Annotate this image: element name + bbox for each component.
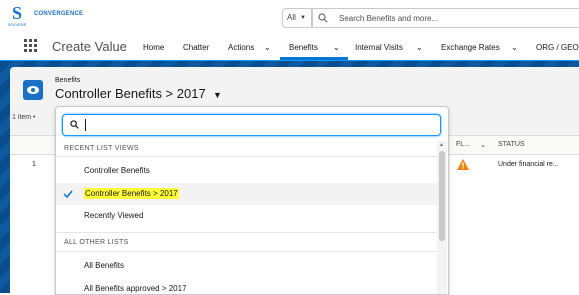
chevron-down-icon[interactable]: ⌄ xyxy=(264,43,271,52)
list-item-all-benefits[interactable]: All Benefits xyxy=(56,255,437,277)
nav-item-org-geo[interactable]: ORG / GEO xyxy=(536,43,579,52)
search-icon xyxy=(318,13,328,23)
list-view-search[interactable] xyxy=(62,114,441,136)
divider xyxy=(56,156,437,157)
section-header-all-other: ALL OTHER LISTS xyxy=(64,239,129,246)
divider xyxy=(56,232,437,233)
list-view-search-input[interactable] xyxy=(89,115,429,135)
chevron-down-icon: ▼ xyxy=(300,15,306,21)
chevron-down-icon[interactable]: ⌄ xyxy=(416,43,423,52)
global-search[interactable] xyxy=(312,8,579,28)
column-header-flag[interactable]: FL... xyxy=(456,141,470,148)
nav-item-internal-visits[interactable]: Internal Visits xyxy=(355,43,403,52)
nav-item-home[interactable]: Home xyxy=(143,43,164,52)
brand-name: CONVERGENCE xyxy=(34,11,84,17)
object-label: Benefits xyxy=(55,77,81,84)
dropdown-scrollbar-thumb[interactable] xyxy=(439,151,445,241)
list-item-label: Controller Benefits > 2017 xyxy=(84,188,179,199)
table-cell-status: Under financial re... xyxy=(498,161,559,168)
search-icon xyxy=(70,120,79,129)
list-view-icon xyxy=(23,80,43,100)
app-launcher-waffle-icon[interactable] xyxy=(24,39,38,53)
company-logo[interactable]: S SOLVERE xyxy=(5,3,29,29)
global-search-input[interactable] xyxy=(339,9,569,27)
nav-item-exchange-rates[interactable]: Exchange Rates xyxy=(441,43,500,52)
warning-icon xyxy=(457,159,469,170)
nav-item-chatter[interactable]: Chatter xyxy=(183,43,209,52)
text-cursor xyxy=(85,119,86,131)
logo-subtext: SOLVERE xyxy=(7,22,27,27)
list-view-dropdown: RECENT LIST VIEWS Controller Benefits Co… xyxy=(55,106,449,295)
chevron-down-icon[interactable]: ⌄ xyxy=(511,43,518,52)
list-view-picker[interactable]: Controller Benefits > 2017 xyxy=(55,86,206,101)
chevron-down-icon[interactable]: ⌄ xyxy=(333,43,340,52)
item-count: 1 item • xyxy=(12,114,36,121)
nav-item-benefits[interactable]: Benefits xyxy=(289,43,318,52)
nav-item-actions[interactable]: Actions xyxy=(228,43,254,52)
app-name: Create Value xyxy=(52,39,127,54)
list-item-label: Controller Benefits xyxy=(84,166,150,175)
logo-letter: S xyxy=(11,3,22,23)
chevron-down-icon[interactable]: ▼ xyxy=(213,90,222,100)
global-header: S SOLVERE CONVERGENCE All ▼ xyxy=(0,0,579,34)
list-item-label: Recently Viewed xyxy=(84,211,144,220)
list-item-all-benefits-approved-2017[interactable]: All Benefits approved > 2017 xyxy=(56,278,437,294)
divider xyxy=(56,251,437,252)
search-scope-label: All xyxy=(287,13,296,22)
section-header-recent: RECENT LIST VIEWS xyxy=(64,145,139,152)
list-item-controller-benefits[interactable]: Controller Benefits xyxy=(56,160,437,182)
list-item-label: All Benefits approved > 2017 xyxy=(84,284,187,293)
chevron-down-icon[interactable]: ⌄ xyxy=(480,141,486,149)
table-row-number: 1 xyxy=(32,161,36,168)
scroll-up-arrow-icon[interactable]: ▲ xyxy=(439,142,444,148)
list-item-label: All Benefits xyxy=(84,261,125,270)
check-icon xyxy=(63,190,73,199)
list-item-controller-benefits-2017[interactable]: Controller Benefits > 2017 xyxy=(56,183,437,205)
list-item-recently-viewed[interactable]: Recently Viewed xyxy=(56,205,437,227)
search-scope-dropdown[interactable]: All ▼ xyxy=(282,8,312,28)
column-header-status[interactable]: STATUS xyxy=(498,141,525,148)
active-tab-indicator xyxy=(280,57,348,60)
